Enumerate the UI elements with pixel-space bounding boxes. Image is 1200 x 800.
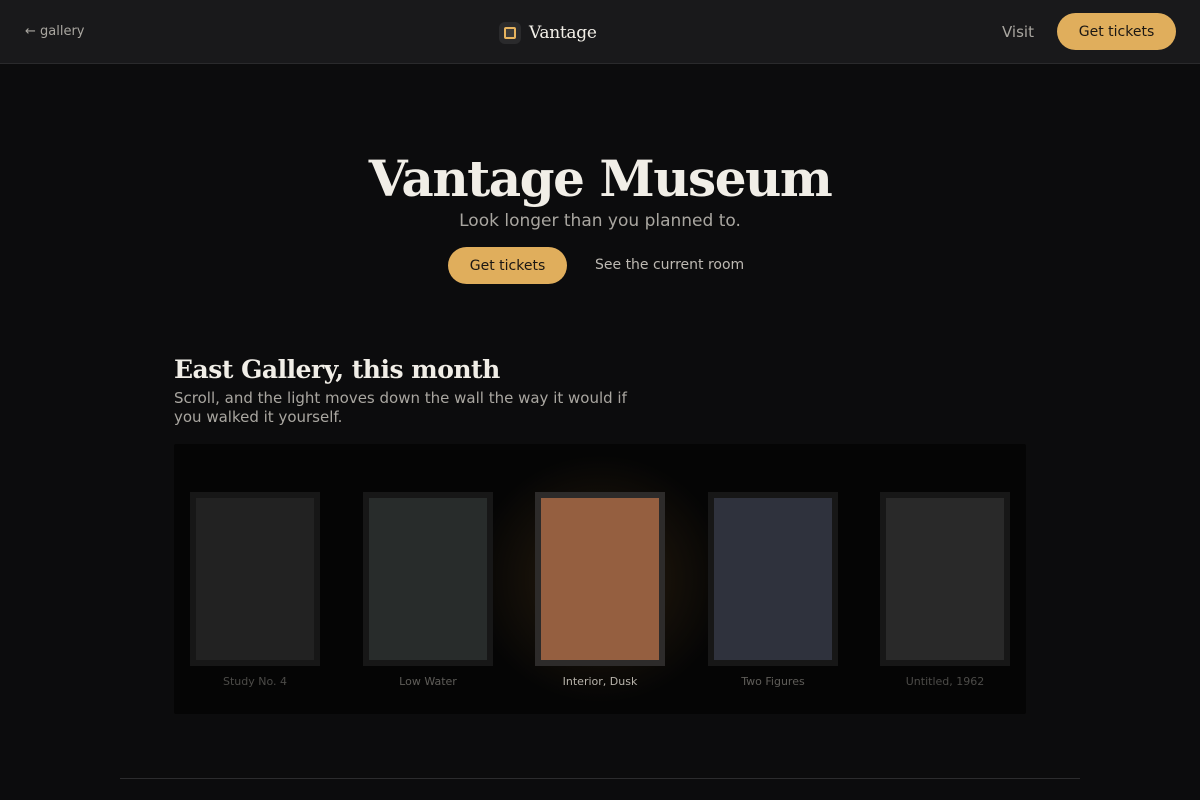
artwork-canvas [541, 498, 659, 660]
artwork-canvas [196, 498, 314, 660]
artwork-label: Untitled, 1962 [905, 675, 985, 688]
brand-name: Vantage [529, 23, 597, 43]
hero-get-tickets-button[interactable]: Get tickets [448, 247, 567, 284]
brand[interactable]: Vantage [499, 21, 597, 45]
artwork-frame [535, 492, 665, 666]
divider [120, 778, 1080, 779]
artwork-label: Study No. 4 [222, 675, 287, 688]
gallery-wall: Study No. 4 Low Water Interior, Dusk Two… [174, 444, 1026, 714]
see-current-room-link[interactable]: See the current room [595, 257, 744, 273]
artwork-interior-dusk[interactable]: Interior, Dusk [535, 492, 665, 688]
artwork-low-water[interactable]: Low Water [363, 492, 493, 688]
nav-visit-link[interactable]: Visit [1002, 23, 1034, 41]
artwork-two-figures[interactable]: Two Figures [708, 492, 838, 688]
section-description: Scroll, and the light moves down the wal… [174, 389, 627, 426]
framed-painting-icon [499, 22, 521, 44]
artwork-frame [190, 492, 320, 666]
artwork-study-no-4[interactable]: Study No. 4 [190, 492, 320, 688]
artwork-label: Interior, Dusk [562, 675, 638, 688]
header-get-tickets-button[interactable]: Get tickets [1057, 13, 1176, 50]
section-title: East Gallery, this month [174, 354, 500, 384]
artwork-canvas [886, 498, 1004, 660]
artwork-frame [363, 492, 493, 666]
artwork-canvas [369, 498, 487, 660]
back-to-gallery-link[interactable]: ← gallery [25, 24, 85, 39]
artwork-frame [708, 492, 838, 666]
artwork-frame [880, 492, 1010, 666]
top-bar: ← gallery Vantage Visit Get tickets [0, 0, 1200, 64]
artwork-label: Two Figures [741, 675, 805, 688]
hero-subtitle: Look longer than you planned to. [459, 211, 741, 231]
artwork-untitled-1962[interactable]: Untitled, 1962 [880, 492, 1010, 688]
artwork-label: Low Water [399, 675, 457, 688]
artwork-canvas [714, 498, 832, 660]
page-title: Vantage Museum [368, 148, 833, 208]
